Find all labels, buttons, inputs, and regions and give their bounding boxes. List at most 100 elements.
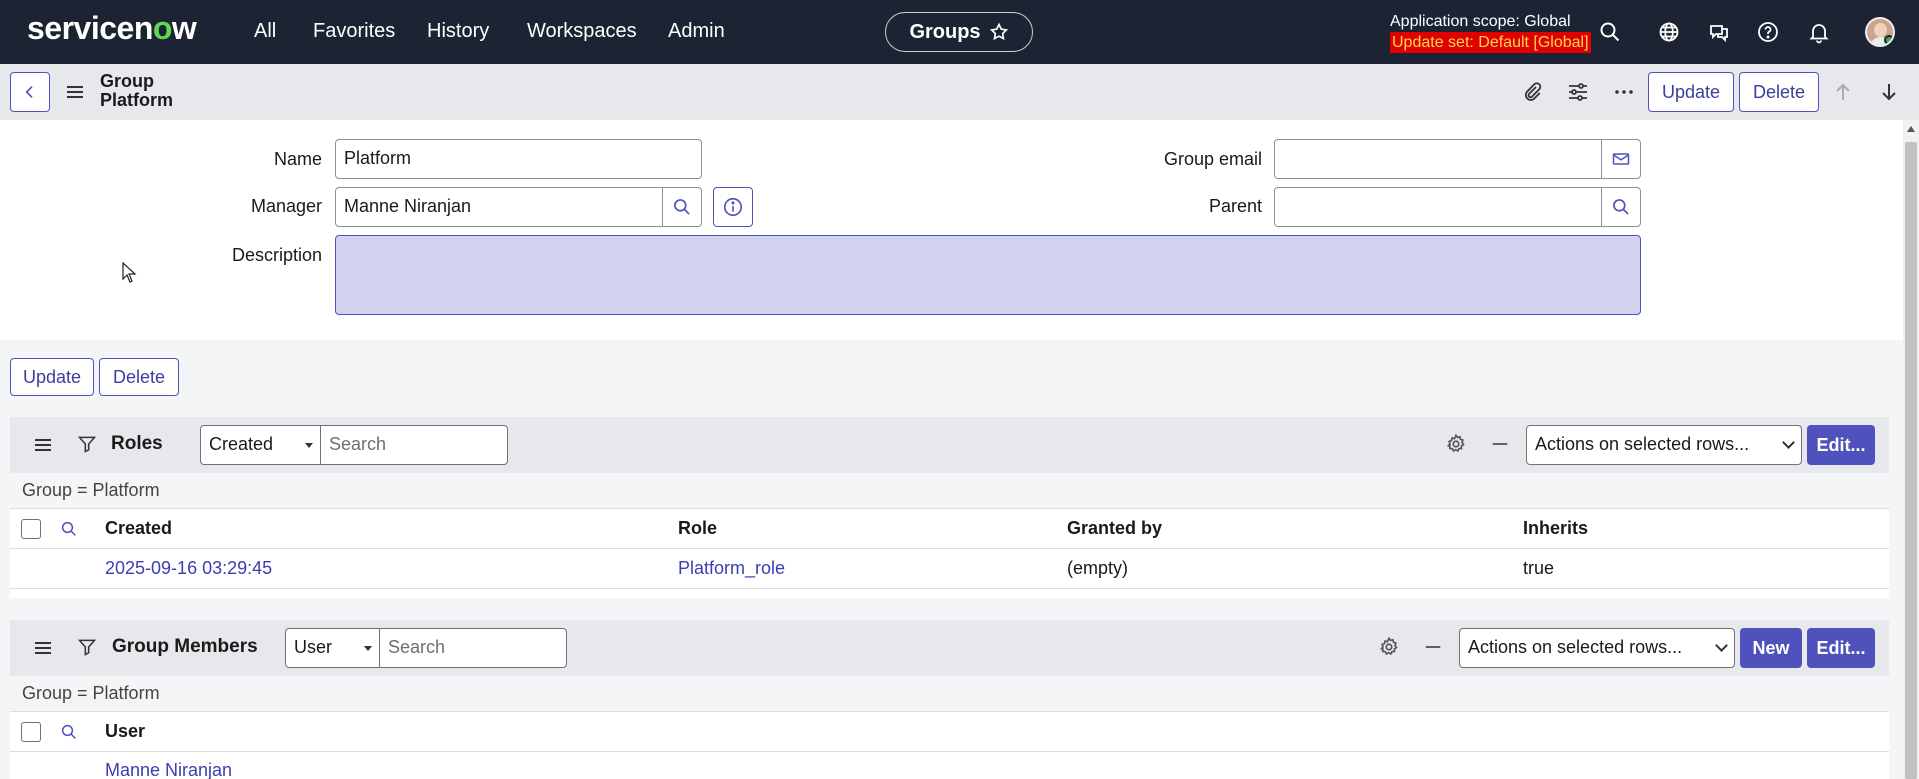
- list-menu-icon[interactable]: [35, 642, 51, 654]
- roles-related-list: Roles Created Search Actions on selected…: [10, 417, 1889, 598]
- globe-icon[interactable]: [1657, 20, 1681, 44]
- description-label: Description: [231, 245, 322, 265]
- context-title-pill[interactable]: Groups: [885, 12, 1033, 52]
- attachment-icon[interactable]: [1520, 80, 1544, 104]
- header-delete-button[interactable]: Delete: [1739, 72, 1819, 112]
- delete-button[interactable]: Delete: [99, 358, 179, 396]
- description-field[interactable]: [335, 235, 1641, 315]
- column-header-user[interactable]: User: [105, 721, 145, 742]
- related-lists-area: Update Delete Roles Created Search Actio…: [0, 340, 1903, 779]
- group-email-field[interactable]: [1274, 139, 1603, 179]
- help-icon[interactable]: [1756, 20, 1780, 44]
- info-icon: [723, 197, 743, 217]
- list-menu-icon[interactable]: [35, 439, 51, 451]
- parent-lookup-button[interactable]: [1601, 187, 1641, 227]
- members-actions-select-value: Actions on selected rows...: [1468, 637, 1683, 657]
- roles-column-headers: Created Role Granted by Inherits: [10, 509, 1889, 549]
- roles-breadcrumb[interactable]: Group = Platform: [10, 473, 1889, 509]
- star-icon[interactable]: [989, 22, 1009, 42]
- manager-field[interactable]: Manne Niranjan: [335, 187, 664, 227]
- roles-actions-select[interactable]: Actions on selected rows...: [1526, 425, 1802, 465]
- avatar[interactable]: [1865, 17, 1895, 47]
- group-email-label: Group email: [1163, 149, 1262, 169]
- arrow-down-icon[interactable]: [1877, 80, 1901, 104]
- roles-select-all-checkbox[interactable]: [21, 519, 41, 539]
- manager-label: Manager: [250, 196, 322, 216]
- roles-list-title: Roles: [111, 433, 163, 454]
- roles-search-field-select[interactable]: Created: [200, 425, 322, 465]
- search-icon[interactable]: [1598, 20, 1622, 44]
- collapse-icon[interactable]: [1422, 636, 1444, 658]
- role-name-link[interactable]: Platform_role: [678, 558, 785, 579]
- members-search-field-select[interactable]: User: [285, 628, 381, 668]
- form-header: Group Platform Update Delete: [0, 64, 1919, 120]
- members-actions-select[interactable]: Actions on selected rows...: [1459, 628, 1735, 668]
- column-header-inherits[interactable]: Inherits: [1523, 518, 1588, 539]
- name-field[interactable]: Platform: [335, 139, 702, 179]
- vertical-scrollbar[interactable]: [1903, 120, 1919, 779]
- roles-search-input[interactable]: Search: [320, 425, 508, 465]
- record-table-name: Group: [100, 71, 154, 91]
- role-created-link[interactable]: 2025-09-16 03:29:45: [105, 558, 272, 579]
- roles-list-header: Roles Created Search Actions on selected…: [10, 417, 1889, 473]
- scope-label: Application scope: Global: [1390, 13, 1571, 30]
- update-set-badge[interactable]: Update set: Default [Global]: [1390, 32, 1591, 53]
- update-button[interactable]: Update: [10, 358, 94, 396]
- manager-info-button[interactable]: [713, 187, 753, 227]
- group-form: Name Platform Manager Manne Niranjan Des…: [0, 120, 1903, 340]
- mouse-cursor-icon: [122, 262, 137, 283]
- nav-favorites[interactable]: Favorites: [313, 20, 395, 43]
- gear-icon[interactable]: [1445, 433, 1467, 455]
- bell-icon[interactable]: [1807, 20, 1831, 44]
- members-select-all-checkbox[interactable]: [21, 722, 41, 742]
- roles-edit-button[interactable]: Edit...: [1807, 425, 1875, 465]
- members-search-field-value: User: [294, 637, 333, 657]
- more-icon[interactable]: [1612, 80, 1636, 104]
- members-breadcrumb[interactable]: Group = Platform: [10, 676, 1889, 712]
- email-icon: [1612, 153, 1630, 165]
- name-label: Name: [273, 149, 322, 169]
- scroll-up-arrow[interactable]: [1907, 126, 1915, 132]
- nav-history[interactable]: History: [427, 20, 489, 43]
- nav-all[interactable]: All: [254, 20, 276, 43]
- send-email-button[interactable]: [1601, 139, 1641, 179]
- column-header-created[interactable]: Created: [105, 518, 172, 539]
- column-header-role[interactable]: Role: [678, 518, 717, 539]
- search-icon: [674, 199, 690, 215]
- members-list-title: Group Members: [112, 636, 258, 657]
- nav-workspaces[interactable]: Workspaces: [527, 20, 637, 43]
- parent-label: Parent: [1208, 196, 1262, 216]
- back-button[interactable]: [10, 72, 50, 112]
- gear-icon[interactable]: [1378, 636, 1400, 658]
- scrollbar-thumb[interactable]: [1905, 142, 1917, 779]
- filter-icon[interactable]: [77, 637, 97, 657]
- back-icon: [25, 86, 33, 98]
- manager-lookup-button[interactable]: [662, 187, 702, 227]
- table-row: Manne Niranjan: [10, 752, 1889, 779]
- settings-sliders-icon[interactable]: [1566, 80, 1590, 104]
- member-user-link[interactable]: Manne Niranjan: [105, 760, 232, 779]
- roles-search-field-value: Created: [209, 434, 274, 454]
- roles-actions-select-value: Actions on selected rows...: [1535, 434, 1750, 454]
- header-update-button[interactable]: Update: [1648, 72, 1734, 112]
- parent-field[interactable]: [1274, 187, 1603, 227]
- members-search-input[interactable]: Search: [379, 628, 567, 668]
- search-icon[interactable]: [60, 520, 78, 538]
- application-scope[interactable]: Application scope: Global Update set: De…: [1390, 11, 1591, 53]
- arrow-up-icon[interactable]: [1831, 80, 1855, 104]
- members-new-button[interactable]: New: [1740, 628, 1802, 668]
- members-list-header: Group Members User Search Actions on sel…: [10, 620, 1889, 676]
- record-title: Group Platform: [100, 72, 173, 110]
- members-edit-button[interactable]: Edit...: [1807, 628, 1875, 668]
- nav-admin[interactable]: Admin: [668, 20, 725, 43]
- column-header-granted-by[interactable]: Granted by: [1067, 518, 1162, 539]
- online-status-dot: [1884, 35, 1893, 45]
- filter-icon[interactable]: [77, 434, 97, 454]
- collapse-icon[interactable]: [1489, 433, 1511, 455]
- chat-icon[interactable]: [1707, 20, 1731, 44]
- members-column-headers: User: [10, 712, 1889, 752]
- search-icon: [1613, 199, 1629, 215]
- menu-icon[interactable]: [67, 86, 83, 98]
- servicenow-logo[interactable]: servicenow: [27, 10, 197, 47]
- search-icon[interactable]: [60, 723, 78, 741]
